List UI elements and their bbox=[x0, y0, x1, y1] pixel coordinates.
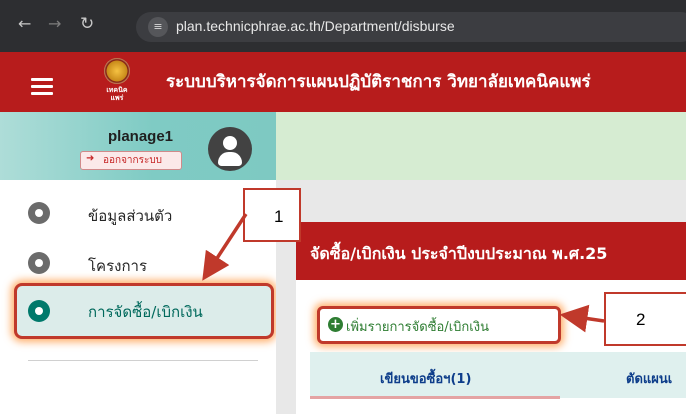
tab-plan-deduction[interactable]: ตัดแผนเ bbox=[626, 368, 672, 389]
card-title: จัดซื้อ/เบิกเงิน ประจำปีงบประมาณ พ.ศ.25 bbox=[310, 244, 608, 263]
logo-text: เทคนิคแพร่ bbox=[106, 86, 128, 102]
sidebar-item-label: ข้อมูลส่วนตัว bbox=[88, 207, 173, 225]
reload-icon[interactable]: ↻ bbox=[80, 14, 94, 34]
college-logo: เทคนิคแพร่ bbox=[100, 58, 134, 102]
back-arrow-icon[interactable]: ← bbox=[18, 14, 31, 34]
logout-button[interactable]: ออกจากระบบ bbox=[80, 151, 182, 170]
forward-arrow-icon[interactable]: → bbox=[48, 14, 61, 34]
radio-icon bbox=[28, 202, 50, 224]
callout-number-1: 1 bbox=[274, 207, 284, 226]
callout-box-1 bbox=[243, 188, 301, 242]
tab-purchase-request[interactable]: เขียนขอซื้อฯ(1) bbox=[380, 368, 471, 389]
add-disburse-button[interactable]: เพิ่มรายการจัดซื้อ/เบิกเงิน bbox=[326, 316, 489, 337]
hamburger-menu-icon[interactable] bbox=[31, 78, 53, 95]
college-seal-icon bbox=[104, 58, 130, 84]
radio-selected-icon bbox=[28, 300, 50, 322]
url-text[interactable]: plan.technicphrae.ac.th/Department/disbu… bbox=[176, 18, 455, 34]
radio-icon bbox=[28, 252, 50, 274]
sidebar-item-profile[interactable]: ข้อมูลส่วนตัว bbox=[0, 196, 276, 232]
site-settings-icon[interactable]: ≡ bbox=[148, 17, 168, 37]
sidebar-item-disburse[interactable]: การจัดซื้อ/เบิกเงิน bbox=[0, 294, 276, 330]
username: planage1 bbox=[108, 128, 174, 145]
app-title: ระบบบริหารจัดการแผนปฏิบัติราชการ วิทยาลั… bbox=[166, 72, 591, 92]
sidebar-item-projects[interactable]: โครงการ bbox=[0, 246, 276, 282]
sidebar-item-label: การจัดซื้อ/เบิกเงิน bbox=[88, 303, 203, 321]
main-top-banner bbox=[276, 112, 686, 180]
avatar[interactable] bbox=[208, 127, 252, 171]
active-tab-underline bbox=[310, 396, 560, 399]
logout-icon[interactable]: ➜ bbox=[86, 153, 94, 164]
sidebar-divider bbox=[28, 360, 258, 361]
callout-number-2: 2 bbox=[636, 310, 646, 329]
sidebar-item-label: โครงการ bbox=[88, 257, 148, 275]
